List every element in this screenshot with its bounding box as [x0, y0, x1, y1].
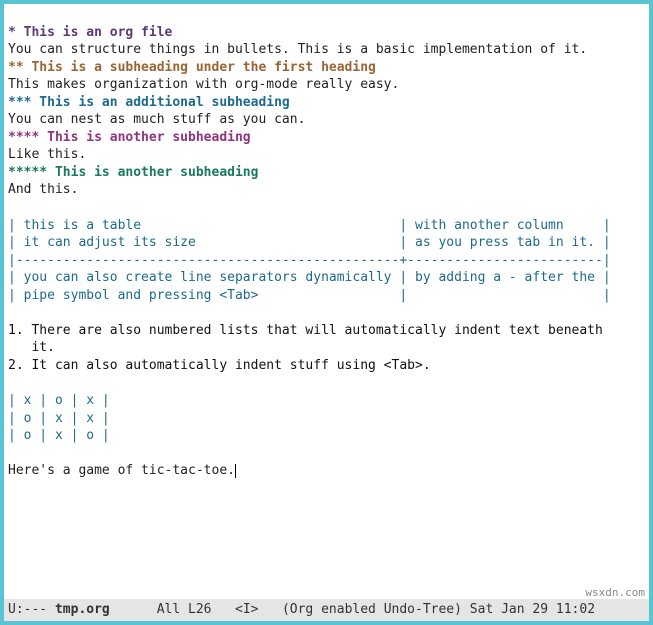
org-table-sep: |---------------------------------------…: [8, 253, 611, 268]
org-table-row: | pipe symbol and pressing <Tab> | |: [8, 288, 611, 303]
heading-4: **** This is another subheading: [8, 130, 251, 145]
cursor: [235, 464, 236, 478]
heading-1: * This is an org file: [8, 25, 172, 40]
body-text: Here's a game of tic-tac-toe.: [8, 463, 235, 478]
emacs-frame: * This is an org file You can structure …: [0, 0, 653, 625]
body-text: And this.: [8, 182, 78, 197]
org-table-row: | o | x | o |: [8, 428, 110, 443]
body-text: You can structure things in bullets. Thi…: [8, 42, 587, 57]
body-text: This makes organization with org-mode re…: [8, 77, 399, 92]
org-table-row: | it can adjust its size | as you press …: [8, 235, 611, 250]
watermark: wsxdn.com: [585, 586, 645, 601]
modeline-filename: tmp.org: [55, 601, 110, 619]
heading-5: ***** This is another subheading: [8, 165, 258, 180]
org-table-row: | you can also create line separators dy…: [8, 270, 611, 285]
body-text: You can nest as much stuff as you can.: [8, 112, 305, 127]
body-text: Like this.: [8, 147, 86, 162]
modeline-status: U:---: [8, 601, 55, 619]
ordered-list-item: it.: [8, 340, 55, 355]
heading-3: *** This is an additional subheading: [8, 95, 290, 110]
org-table-row: | x | o | x |: [8, 393, 110, 408]
org-table-row: | this is a table | with another column …: [8, 218, 611, 233]
ordered-list-item: 2. It can also automatically indent stuf…: [8, 358, 431, 373]
modeline: U:--- tmp.org All L26 <I> (Org enabled U…: [4, 599, 649, 621]
modeline-info: All L26 <I> (Org enabled Undo-Tree) Sat …: [110, 601, 595, 619]
text-buffer[interactable]: * This is an org file You can structure …: [4, 4, 649, 599]
org-table-row: | o | x | x |: [8, 411, 110, 426]
ordered-list-item: 1. There are also numbered lists that wi…: [8, 323, 603, 338]
heading-2: ** This is a subheading under the first …: [8, 60, 376, 75]
